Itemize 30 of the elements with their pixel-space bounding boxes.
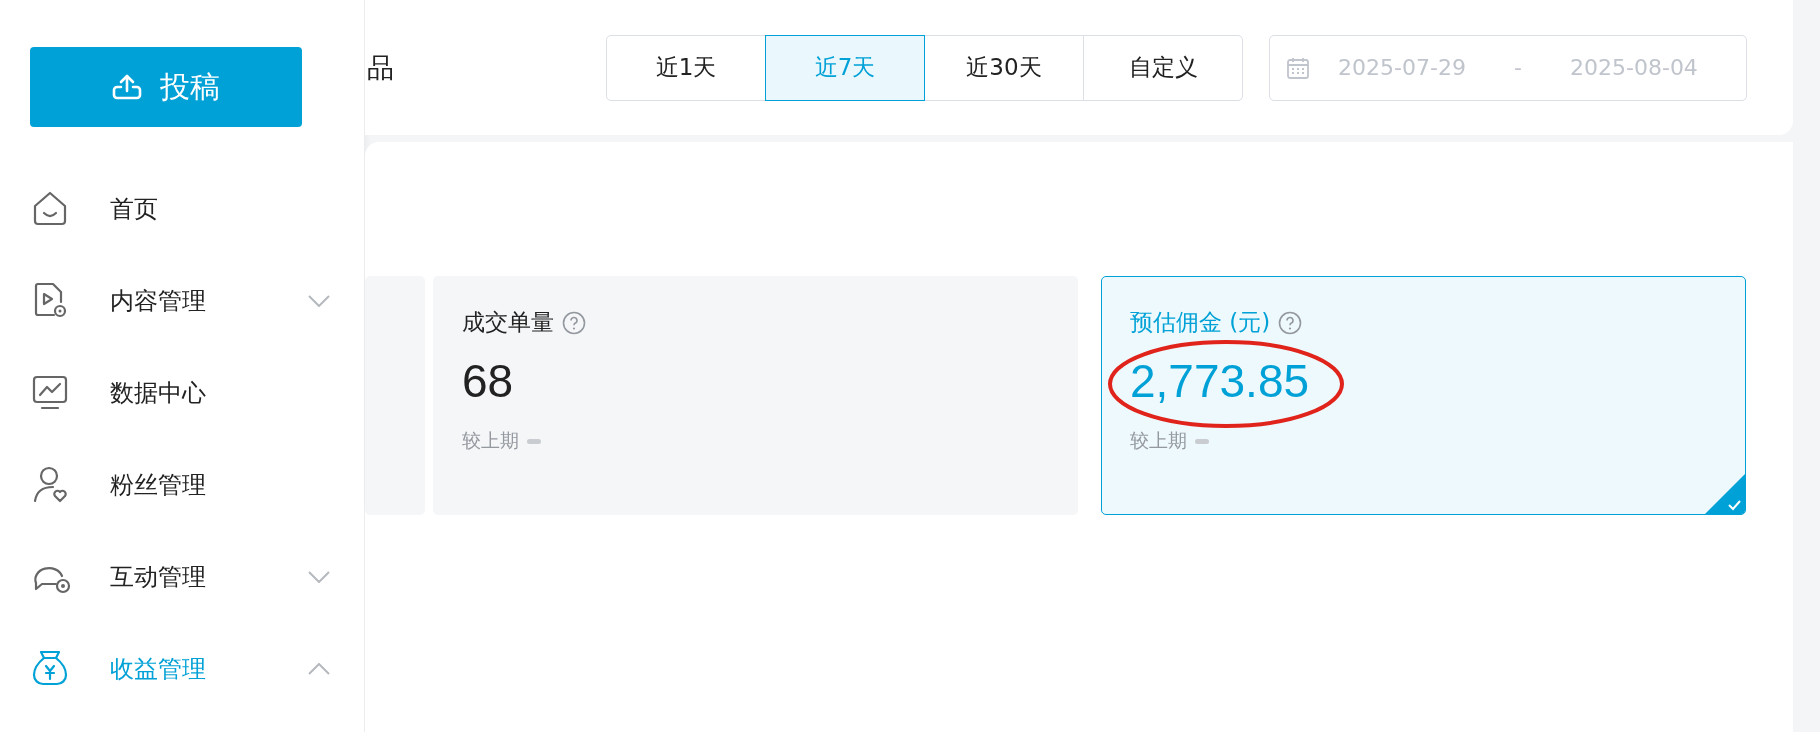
menu-item[interactable]: 粉丝管理 xyxy=(110,469,330,501)
end-date-input[interactable]: 2025-08-04 xyxy=(1551,54,1716,81)
chevron-up-icon xyxy=(308,663,330,675)
metric-value: 2,773.85 xyxy=(1130,354,1310,408)
menu-item[interactable]: 首页 xyxy=(110,193,330,225)
compare-label: 较上期 xyxy=(1130,428,1187,453)
range-tab[interactable]: 近30天 xyxy=(924,34,1084,101)
metric-card[interactable]: 成交单量 68 较上期 xyxy=(433,276,1078,515)
chevron-down-icon xyxy=(308,571,330,583)
dash-icon xyxy=(527,438,541,444)
dash-icon xyxy=(1195,438,1209,444)
help-icon xyxy=(1278,310,1303,335)
menu-item[interactable]: 互动管理 xyxy=(110,561,308,593)
help-icon xyxy=(562,310,586,335)
chevron-down-icon xyxy=(308,295,330,307)
menu-item[interactable]: 数据中心 xyxy=(110,377,330,409)
range-tab[interactable]: 自定义 xyxy=(1083,34,1243,101)
menu-item[interactable]: 内容管理 xyxy=(110,285,308,317)
metric-title: 成交单量 xyxy=(462,308,554,337)
check-corner-icon xyxy=(1705,474,1745,514)
metric-value: 68 xyxy=(462,354,514,408)
compare-label: 较上期 xyxy=(462,428,519,453)
date-range-background: 2025-07-29 - 2025-08-04 xyxy=(1269,34,1747,101)
start-date-input[interactable]: 2025-07-29 xyxy=(1320,54,1484,81)
upload-icon xyxy=(112,73,142,101)
range-tab[interactable]: 近1天 xyxy=(606,34,766,101)
money-bag-icon xyxy=(30,648,70,688)
calendar-icon xyxy=(1286,55,1310,80)
page-title: 品 xyxy=(367,50,394,85)
metric-title: 预估佣金 (元) xyxy=(1130,308,1271,337)
